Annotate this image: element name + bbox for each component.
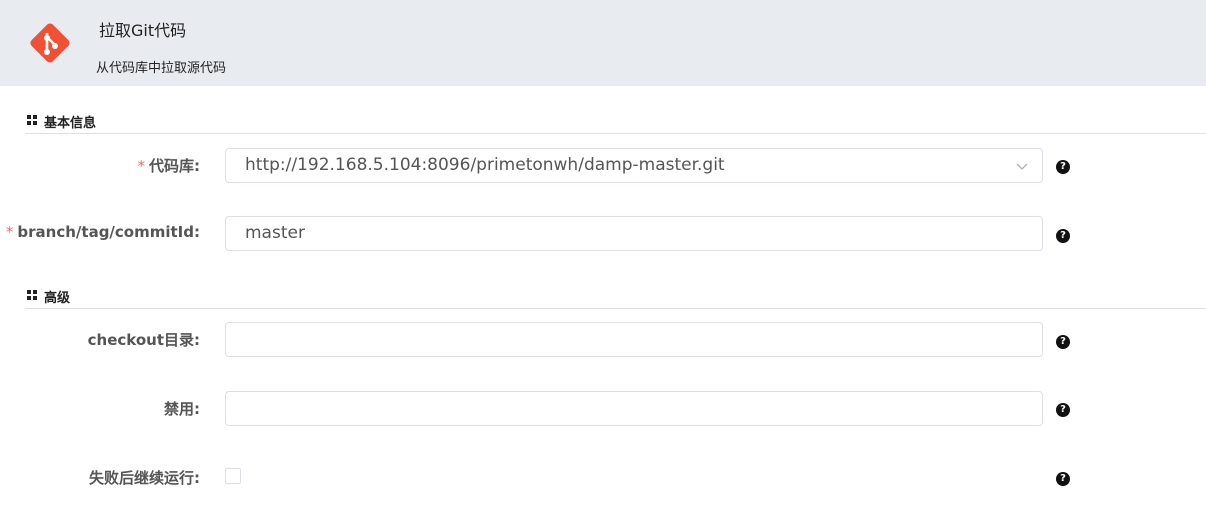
- section-title: 高级: [44, 291, 71, 306]
- plugin-title: 拉取Git代码: [99, 21, 187, 40]
- chevron-down-icon[interactable]: [1016, 160, 1028, 172]
- branch-label-text: branch/tag/commitId:: [17, 223, 200, 241]
- disable-label: 禁用:: [164, 400, 200, 418]
- section-advanced: 高级: [25, 283, 1206, 309]
- repo-select-value: http://192.168.5.104:8096/primetonwh/dam…: [245, 155, 725, 175]
- plugin-header: 拉取Git代码 从代码库中拉取源代码: [0, 0, 1206, 86]
- help-icon[interactable]: ?: [1056, 403, 1070, 417]
- checkout-label: checkout目录:: [87, 331, 200, 349]
- grid-icon: [27, 290, 38, 301]
- section-title: 基本信息: [44, 116, 97, 131]
- help-icon[interactable]: ?: [1056, 160, 1070, 174]
- repo-label: * 代码库:: [138, 155, 201, 176]
- repo-label-text: 代码库:: [149, 157, 200, 175]
- required-mark: *: [137, 157, 146, 175]
- checkout-dir-input[interactable]: [225, 322, 1043, 357]
- disable-input[interactable]: [225, 391, 1043, 426]
- help-icon[interactable]: ?: [1056, 472, 1070, 486]
- continue-on-fail-label: 失败后继续运行:: [89, 469, 200, 487]
- branch-label: * branch/tag/commitId:: [6, 223, 200, 241]
- grid-icon: [27, 115, 38, 126]
- required-mark: *: [5, 223, 14, 241]
- help-icon[interactable]: ?: [1056, 229, 1070, 243]
- git-logo-icon: [30, 23, 70, 63]
- continue-on-fail-checkbox[interactable]: [225, 468, 241, 484]
- help-icon[interactable]: ?: [1056, 335, 1070, 349]
- plugin-subtitle: 从代码库中拉取源代码: [96, 61, 227, 76]
- section-basic-info: 基本信息: [25, 108, 1206, 134]
- branch-input[interactable]: master: [225, 216, 1043, 251]
- repo-select[interactable]: http://192.168.5.104:8096/primetonwh/dam…: [225, 148, 1043, 183]
